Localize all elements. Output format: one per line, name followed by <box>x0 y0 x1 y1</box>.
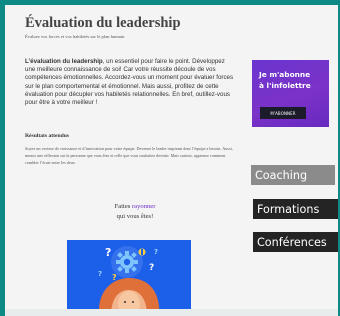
promo-line-2: à l'infolettre <box>259 80 311 90</box>
results-heading: Résultats attendus <box>25 133 69 139</box>
cta-prefix: Faites <box>114 203 132 210</box>
svg-text:?: ? <box>154 248 158 256</box>
intro-paragraph: L’évaluation du leadership, un essentiel… <box>25 58 235 107</box>
cta-text: Faites rayonner qui vous êtes! <box>75 202 195 222</box>
cta-link-rayonner[interactable]: rayonner <box>132 203 155 210</box>
page-content: Évaluation du leadership Évaluez vos for… <box>5 5 338 316</box>
leadership-illustration-icon: ? ? ? ? ? <box>67 240 191 316</box>
intro-text: , un essentiel pour faire le point. Déve… <box>25 58 234 107</box>
bottom-divider <box>5 309 338 316</box>
page-title: Évaluation du leadership <box>25 15 181 31</box>
results-paragraph: Soyez un vecteur de croissance et d’inno… <box>25 146 233 165</box>
svg-text:?: ? <box>98 270 102 278</box>
svg-text:?: ? <box>149 263 154 273</box>
page-subtitle: Évaluez vos forces et vos habiletés sur … <box>25 34 125 39</box>
nav-coaching-button[interactable]: Coaching <box>251 165 335 185</box>
newsletter-promo[interactable]: Je m'abonne à l'infolettre M'ABONNER <box>252 60 329 127</box>
cta-suffix: qui vous êtes! <box>116 213 154 220</box>
promo-line-1: Je m'abonne <box>259 70 311 79</box>
nav-conferences-button[interactable]: Conférences <box>253 232 338 252</box>
nav-formations-button[interactable]: Formations <box>253 199 338 219</box>
svg-text:?: ? <box>105 246 111 259</box>
intro-bold-lead: L’évaluation du leadership <box>25 58 103 65</box>
svg-text:?: ? <box>112 273 117 282</box>
hero-illustration: ? ? ? ? ? <box>67 240 191 316</box>
subscribe-button[interactable]: M'ABONNER <box>260 107 306 119</box>
